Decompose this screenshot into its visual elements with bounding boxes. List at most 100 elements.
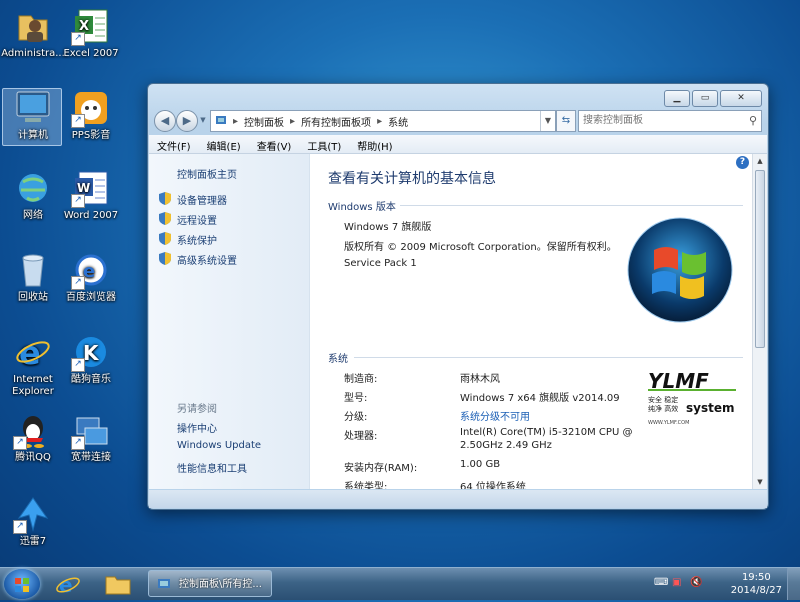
taskbar-ie-button[interactable]: e (46, 570, 90, 598)
shortcut-arrow-icon: ↗ (13, 436, 27, 450)
shortcut-arrow-icon: ↗ (13, 520, 27, 534)
windows-update-link[interactable]: Windows Update (177, 440, 261, 451)
copyright-text: 版权所有 © 2009 Microsoft Corporation。保留所有权利… (344, 242, 617, 253)
desktop-icon-broadband[interactable]: ↗ 宽带连接 (58, 410, 124, 464)
shortcut-arrow-icon: ↗ (71, 194, 85, 208)
desktop-icon-kugou[interactable]: K ↗ 酷狗音乐 (58, 332, 124, 386)
breadcrumb-all-items[interactable]: 所有控制面板项 (297, 114, 375, 129)
show-desktop-button[interactable] (787, 568, 800, 600)
desktop-icon-network[interactable]: 网络 (0, 168, 66, 222)
svg-text:K: K (83, 341, 100, 365)
minimize-button[interactable]: ▁ (664, 90, 690, 107)
model-value: Windows 7 x64 旗舰版 v2014.09 (460, 393, 620, 404)
search-icon[interactable]: ⚲ (749, 114, 757, 127)
system-protection-link[interactable]: 系统保护 (177, 232, 217, 247)
see-also-header: 另请参阅 (177, 404, 217, 415)
windows-edition-header: Windows 版本 (328, 202, 396, 213)
manufacturer-value: 雨林木风 (460, 374, 500, 385)
broadband-icon: ↗ (71, 410, 111, 450)
shortcut-arrow-icon: ↗ (71, 114, 85, 128)
desktop-icon-xunlei[interactable]: ↗ 迅雷7 (0, 494, 66, 548)
word-icon: W ↗ (71, 168, 111, 208)
pps-icon: ↗ (71, 88, 111, 128)
svg-text:W: W (77, 181, 90, 195)
control-panel-icon (158, 579, 170, 588)
desktop-icon-excel[interactable]: X ↗ Excel 2007 (58, 6, 124, 60)
page-title: 查看有关计算机的基本信息 (328, 171, 496, 187)
device-manager-link[interactable]: 设备管理器 (177, 192, 227, 207)
desktop-icon-administrator[interactable]: Administra... (0, 6, 66, 60)
section-divider (354, 357, 743, 358)
control-panel-home-link[interactable]: 控制面板主页 (177, 166, 237, 181)
performance-info-link[interactable]: 性能信息和工具 (177, 460, 247, 475)
search-input[interactable] (579, 111, 737, 129)
desktop-icon-ie[interactable]: e Internet Explorer (0, 332, 66, 398)
clock-date: 2014/8/27 (730, 585, 782, 596)
rating-label: 分级: (344, 412, 368, 423)
desktop-icon-recycle-bin[interactable]: 回收站 (0, 250, 66, 304)
system-type-value: 64 位操作系统 (460, 482, 526, 489)
kugou-icon: K ↗ (71, 332, 111, 372)
model-label: 型号: (344, 393, 368, 404)
clock[interactable]: 19:50 2014/8/27 (731, 571, 782, 597)
vertical-scrollbar[interactable]: ▲ ▼ (752, 154, 767, 489)
desktop-icon-qq[interactable]: ↗ 腾讯QQ (0, 410, 66, 464)
desktop-icon-word[interactable]: W ↗ Word 2007 (58, 168, 124, 222)
start-button[interactable] (4, 569, 40, 599)
breadcrumb-system[interactable]: 系统 (384, 114, 412, 129)
maximize-button[interactable]: ▭ (692, 90, 718, 107)
menu-help[interactable]: 帮助(H) (349, 135, 400, 153)
qq-icon: ↗ (13, 410, 53, 450)
forward-button[interactable]: ▶ (176, 110, 198, 132)
desktop-icon-baidu-browser[interactable]: e ↗ 百度浏览器 (58, 250, 124, 304)
control-panel-icon (211, 114, 231, 129)
rating-link[interactable]: 系统分级不可用 (460, 408, 530, 423)
menu-file[interactable]: 文件(F) (149, 135, 199, 153)
scroll-down-arrow[interactable]: ▼ (753, 475, 767, 489)
network-icon (13, 168, 53, 208)
refresh-button[interactable]: ⇆ (556, 110, 576, 132)
desktop-icon-computer[interactable]: 计算机 (0, 88, 66, 142)
network-warning-icon[interactable]: ▣ (672, 577, 681, 588)
taskbar-explorer-button[interactable] (96, 570, 140, 598)
advanced-system-settings-link[interactable]: 高级系统设置 (177, 252, 237, 267)
search-box[interactable]: ⚲ (578, 110, 762, 132)
breadcrumb-separator[interactable]: ▸ (375, 116, 384, 127)
menu-view[interactable]: 查看(V) (249, 135, 300, 153)
remote-settings-link[interactable]: 远程设置 (177, 212, 217, 227)
taskbar-control-panel-task[interactable]: 控制面板\所有控... (148, 570, 272, 597)
svg-text:e: e (59, 573, 73, 597)
edition-name: Windows 7 旗舰版 (344, 222, 432, 233)
keyboard-icon[interactable]: ⌨ (654, 577, 668, 588)
desktop-icon-pps[interactable]: ↗ PPS影音 (58, 88, 124, 142)
address-dropdown[interactable]: ▼ (540, 111, 555, 131)
back-button[interactable]: ◀ (154, 110, 176, 132)
help-icon[interactable]: ? (736, 156, 749, 169)
scroll-thumb[interactable] (755, 170, 765, 348)
shield-icon (159, 252, 171, 265)
window-controls: ▁ ▭ ✕ (664, 90, 762, 107)
breadcrumb-separator[interactable]: ▸ (231, 116, 240, 127)
breadcrumb-control-panel[interactable]: 控制面板 (240, 114, 288, 129)
address-bar[interactable]: ▸ 控制面板 ▸ 所有控制面板项 ▸ 系统 ▼ (210, 110, 556, 132)
shortcut-arrow-icon: ↗ (71, 276, 85, 290)
user-folder-icon (13, 6, 53, 46)
clock-time: 19:50 (741, 572, 771, 583)
folder-icon (105, 576, 131, 595)
volume-muted-icon[interactable]: 🔇 (690, 577, 702, 588)
menu-edit[interactable]: 编辑(E) (199, 135, 249, 153)
ie-icon: e (56, 573, 80, 597)
system-type-label: 系统类型: (344, 482, 388, 489)
control-panel-window: ▁ ▭ ✕ ◀ ▶ ▼ ▸ 控制面板 ▸ 所有控制面板项 ▸ 系统 ▼ ⇆ ⚲ … (147, 83, 769, 510)
shortcut-arrow-icon: ↗ (71, 32, 85, 46)
recent-pages-dropdown[interactable]: ▼ (198, 110, 208, 130)
action-center-link[interactable]: 操作中心 (177, 420, 217, 435)
scroll-up-arrow[interactable]: ▲ (753, 154, 767, 168)
menu-tools[interactable]: 工具(T) (299, 135, 349, 153)
recycle-bin-icon (13, 250, 53, 290)
breadcrumb-separator[interactable]: ▸ (288, 116, 297, 127)
main-content: 查看有关计算机的基本信息 Windows 版本 Windows 7 旗舰版 版权… (310, 154, 753, 489)
svg-text:e: e (19, 334, 41, 372)
close-button[interactable]: ✕ (720, 90, 762, 107)
section-divider (400, 205, 743, 206)
